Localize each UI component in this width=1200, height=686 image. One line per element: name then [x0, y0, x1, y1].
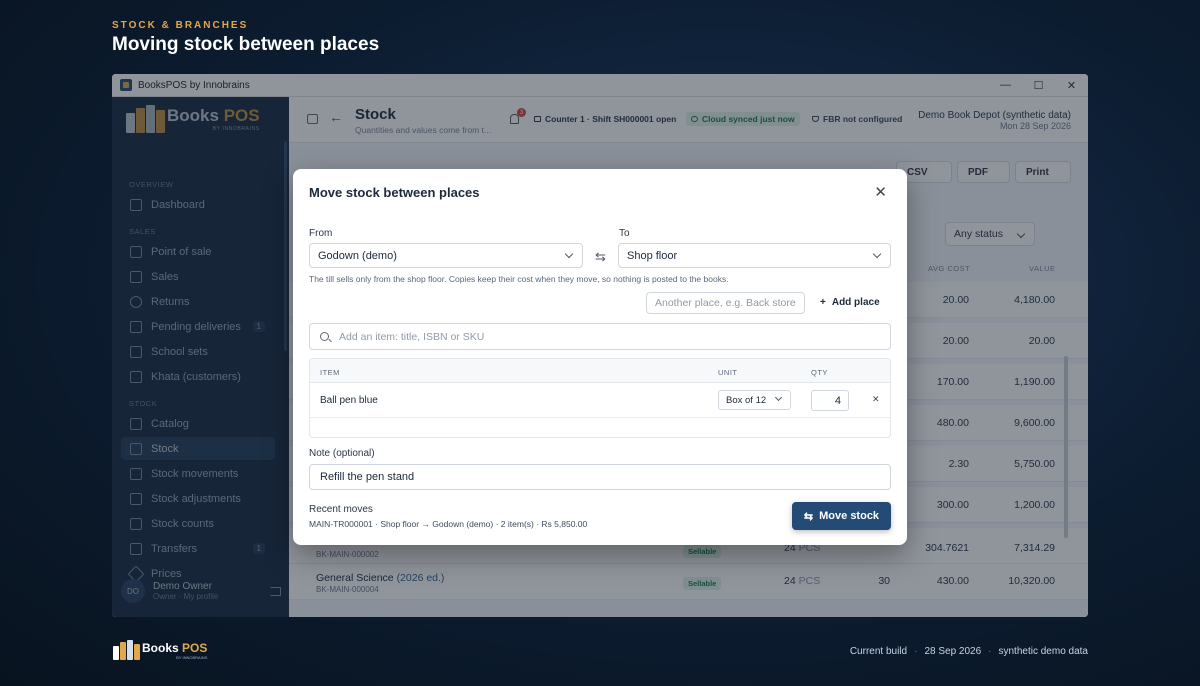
transfer-hint: The till sells only from the shop floor.… — [309, 274, 729, 284]
new-place-input[interactable]: Another place, e.g. Back store — [646, 292, 805, 314]
data-note: synthetic demo data — [998, 646, 1089, 657]
chevron-down-icon — [872, 249, 882, 259]
column-header-qty: QTY — [811, 368, 828, 377]
from-select[interactable]: Godown (demo) — [309, 243, 583, 268]
table-header: ITEM UNIT QTY — [310, 359, 890, 383]
add-place-label: Add place — [831, 297, 880, 308]
recent-move-entry[interactable]: MAIN-TR000001 · Shop floor → Godown (dem… — [309, 519, 587, 529]
plus-icon: + — [820, 297, 826, 308]
close-icon[interactable]: ✕ — [874, 183, 887, 201]
unit-select-value: Box of 12 — [726, 394, 767, 406]
sidebar-dim — [112, 97, 289, 617]
item-search-input[interactable]: Add an item: title, ISBN or SKU — [309, 323, 891, 350]
headline: Moving stock between places — [112, 34, 380, 55]
from-label: From — [309, 228, 333, 239]
search-placeholder: Add an item: title, ISBN or SKU — [339, 330, 485, 343]
from-select-value: Godown (demo) — [318, 249, 397, 262]
move-stock-button[interactable]: ⇆ Move stock — [792, 502, 891, 530]
to-label: To — [619, 228, 630, 239]
quantity-input[interactable]: 4 — [811, 390, 849, 411]
to-select[interactable]: Shop floor — [618, 243, 891, 268]
recent-moves-title: Recent moves — [309, 504, 373, 515]
swap-icon[interactable]: ⇆ — [595, 249, 606, 265]
column-header-item: ITEM — [320, 368, 340, 377]
chevron-down-icon — [774, 393, 783, 402]
dialog-title: Move stock between places — [309, 185, 480, 200]
footer-brand-accent: POS — [182, 640, 208, 655]
to-select-value: Shop floor — [627, 249, 678, 262]
footer-logo: Books POS BY INNOBRAINS — [112, 640, 207, 660]
footer-brand-tagline: BY INNOBRAINS — [176, 654, 208, 660]
remove-line-icon[interactable]: ✕ — [872, 394, 880, 405]
footer-brand-name: Books — [142, 640, 179, 655]
footer-meta: Current build · 28 Sep 2026 · synthetic demo… — [849, 646, 1089, 657]
note-field[interactable]: Refill the pen stand — [309, 464, 891, 490]
transfer-lines-table: ITEM UNIT QTY Ball pen blue Box of 12 4 … — [309, 358, 891, 438]
transfer-icon: ⇆ — [803, 510, 814, 523]
move-stock-label: Move stock — [819, 510, 880, 522]
move-stock-dialog: Move stock between places ✕ From Godown … — [293, 169, 907, 545]
build-label: Current build — [849, 646, 908, 657]
note-label: Note (optional) — [309, 448, 375, 459]
column-header-unit: UNIT — [718, 368, 738, 377]
build-date: 28 Sep 2026 — [924, 646, 982, 657]
eyebrow: STOCK & BRANCHES — [112, 20, 249, 31]
books-logo-icon — [112, 640, 140, 660]
table-row: Ball pen blue Box of 12 4 ✕ — [310, 383, 890, 418]
unit-select[interactable]: Box of 12 — [718, 390, 791, 410]
search-icon — [320, 332, 329, 341]
add-place-button[interactable]: + Add place — [820, 297, 880, 308]
line-item-name: Ball pen blue — [320, 395, 378, 406]
chevron-down-icon — [564, 249, 574, 259]
